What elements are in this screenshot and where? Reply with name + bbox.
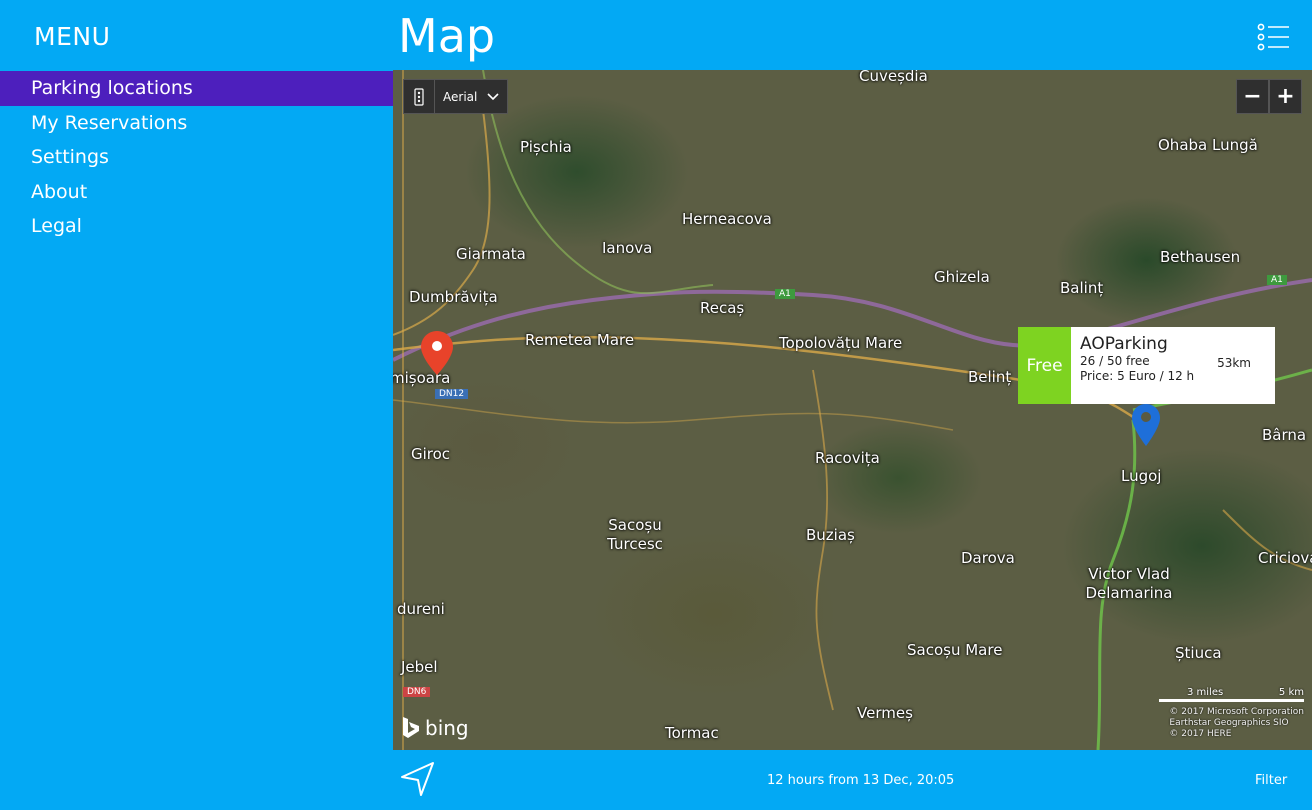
time-range-text[interactable]: 12 hours from 13 Dec, 20:05 xyxy=(767,773,954,788)
chevron-down-icon xyxy=(487,92,499,100)
place-label: Topolovățu Mare xyxy=(779,334,903,352)
place-label: dureni xyxy=(397,600,445,618)
place-label: Jebel xyxy=(401,658,438,676)
map-navigation-icon[interactable] xyxy=(404,80,435,113)
road-shield: A1 xyxy=(1267,275,1287,285)
parking-details: AOParking 26 / 50 free Price: 5 Euro / 1… xyxy=(1071,327,1275,404)
place-label: Victor Vlad Delamarina xyxy=(1085,565,1173,602)
place-label: Știuca xyxy=(1175,644,1222,662)
zoom-control: − + xyxy=(1236,79,1302,114)
status-badge: Free xyxy=(1018,327,1071,404)
nav-item-parking-locations[interactable]: Parking locations xyxy=(0,71,393,106)
zoom-in-button[interactable]: + xyxy=(1269,79,1302,114)
map-scale: 3 miles 5 km xyxy=(1159,687,1304,702)
page-title: Map xyxy=(398,9,496,63)
road-shield: DN12 xyxy=(435,389,469,399)
place-label: Pișchia xyxy=(520,138,572,156)
place-label: Ianova xyxy=(602,239,653,257)
filter-button[interactable]: Filter xyxy=(1255,773,1287,788)
copyright-line: © 2017 Microsoft Corporation xyxy=(1169,707,1304,717)
place-label: Bethausen xyxy=(1160,248,1241,266)
parking-distance: 53km xyxy=(1217,356,1251,370)
sidebar: MENU Parking locations My Reservations S… xyxy=(0,0,393,810)
place-label: Sacoșu Mare xyxy=(907,641,1003,659)
road-shield: DN6 xyxy=(403,687,431,697)
nav-item-my-reservations[interactable]: My Reservations xyxy=(0,106,393,141)
map-style-dropdown[interactable]: Aerial xyxy=(435,90,507,104)
place-label: Criciova xyxy=(1258,549,1312,567)
bing-icon xyxy=(403,717,419,738)
menu-title: MENU xyxy=(34,22,111,51)
place-label: Belinț xyxy=(968,368,1012,386)
nav-item-legal[interactable]: Legal xyxy=(0,209,393,244)
footer-bar: 12 hours from 13 Dec, 20:05 Filter xyxy=(393,750,1312,810)
place-label: Recaș xyxy=(700,299,745,317)
place-label: Darova xyxy=(961,549,1015,567)
place-label: Sacoșu Turcesc xyxy=(607,516,663,553)
road-shield: A1 xyxy=(775,289,795,299)
map-style-label: Aerial xyxy=(443,89,478,104)
place-label: Cuveșdia xyxy=(859,70,928,85)
place-label: Vermeș xyxy=(857,704,913,722)
copyright-line: Earthstar Geographics SIO xyxy=(1169,718,1289,728)
nav-item-settings[interactable]: Settings xyxy=(0,140,393,175)
copyright-line: © 2017 HERE xyxy=(1169,729,1232,739)
place-label: Balinț xyxy=(1060,279,1104,297)
place-label: Racovița xyxy=(815,449,880,467)
place-label: Herneacova xyxy=(682,210,772,228)
place-label: Giarmata xyxy=(456,245,526,263)
location-pin-icon[interactable] xyxy=(420,330,454,380)
parking-pin-icon[interactable] xyxy=(1131,403,1161,451)
map-view[interactable]: Cuveșdia Pișchia Ohaba Lungă Herneacova … xyxy=(393,70,1312,750)
map-copyright: © 2017 Microsoft Corporation Earthstar G… xyxy=(1169,707,1304,740)
map-style-control: Aerial xyxy=(403,79,509,114)
nav-list: Parking locations My Reservations Settin… xyxy=(0,71,393,244)
place-label: Tormac xyxy=(665,724,719,742)
navigation-arrow-icon[interactable] xyxy=(399,760,437,798)
place-label: Giroc xyxy=(411,445,451,463)
place-label: Ghizela xyxy=(934,268,990,286)
place-label: Lugoj xyxy=(1121,467,1162,485)
bing-label: bing xyxy=(425,716,469,740)
place-label: Bârna xyxy=(1262,426,1307,444)
scale-miles: 3 miles xyxy=(1187,687,1224,698)
parking-price: Price: 5 Euro / 12 h xyxy=(1080,369,1195,383)
place-label: Dumbrăvița xyxy=(409,288,498,306)
nav-item-about[interactable]: About xyxy=(0,175,393,210)
place-label: Remetea Mare xyxy=(525,331,635,349)
scale-km: 5 km xyxy=(1278,687,1304,698)
parking-popup[interactable]: Free AOParking 26 / 50 free Price: 5 Eur… xyxy=(1018,327,1275,404)
place-label: Buziaș xyxy=(806,526,855,544)
place-label: Ohaba Lungă xyxy=(1158,136,1258,154)
zoom-out-button[interactable]: − xyxy=(1236,79,1269,114)
list-view-icon[interactable] xyxy=(1256,22,1292,52)
bing-logo: bing xyxy=(401,716,469,740)
parking-name: AOParking xyxy=(1080,334,1168,354)
